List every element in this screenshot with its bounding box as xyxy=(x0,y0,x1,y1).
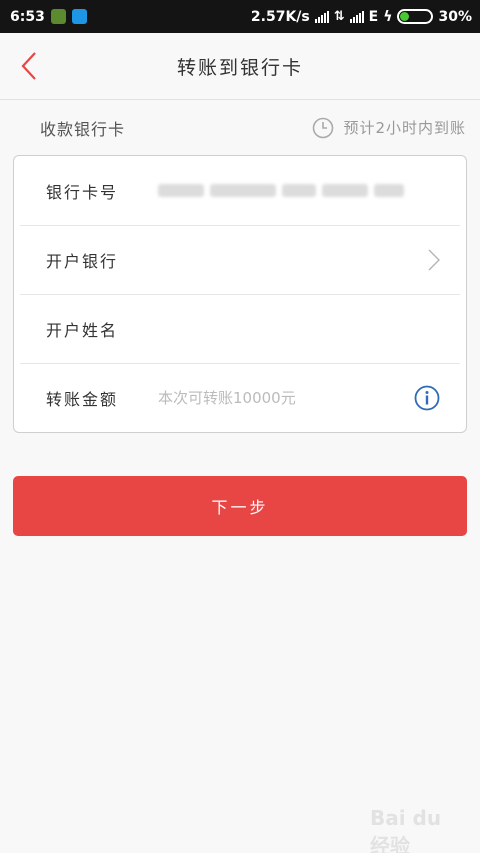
page-title: 转账到银行卡 xyxy=(176,56,303,79)
header: 转账到银行卡 xyxy=(0,33,480,100)
bank-card-form: 银行卡号 开户银行 开户姓名 转账金额 本次可转账10000元 xyxy=(13,155,467,433)
card-number-label: 银行卡号 xyxy=(46,182,119,202)
section-header: 收款银行卡 预计2小时内到账 xyxy=(0,100,480,155)
status-right: 2.57K/s ⇅ E ϟ 30% xyxy=(251,9,472,25)
chevron-right-icon[interactable] xyxy=(428,249,440,271)
chevron-left-icon xyxy=(21,52,36,80)
eta-text: 预计2小时内到账 xyxy=(343,119,466,137)
battery-fill xyxy=(400,12,410,21)
bank-name-label: 开户银行 xyxy=(46,251,119,271)
amount-label: 转账金额 xyxy=(46,389,119,409)
amount-field[interactable]: 本次可转账10000元 xyxy=(158,387,414,408)
battery-icon xyxy=(397,9,434,24)
signal-icon-2 xyxy=(349,10,364,23)
info-icon[interactable] xyxy=(414,385,440,411)
status-bar: 6:53 2.57K/s ⇅ E ϟ 30% xyxy=(0,0,480,33)
account-name-row[interactable]: 开户姓名 xyxy=(14,294,466,363)
signal-icon xyxy=(314,10,329,23)
net-speed: 2.57K/s xyxy=(250,8,310,25)
amount-row[interactable]: 转账金额 本次可转账10000元 xyxy=(14,363,466,432)
next-button[interactable]: 下一步 xyxy=(13,476,467,536)
battery-percent: 30% xyxy=(438,8,472,25)
status-left: 6:53 xyxy=(10,9,87,25)
message-app-icon xyxy=(71,9,87,24)
card-number-field[interactable] xyxy=(158,184,440,197)
back-button[interactable] xyxy=(14,49,44,83)
section-title: 收款银行卡 xyxy=(40,119,126,139)
eta-info: 预计2小时内到账 xyxy=(312,117,466,139)
account-name-label: 开户姓名 xyxy=(46,320,119,340)
bank-name-row[interactable]: 开户银行 xyxy=(14,225,466,294)
security-app-icon xyxy=(50,9,66,24)
watermark-logo: Bai du 经验 xyxy=(370,798,465,853)
clock-icon xyxy=(313,117,334,138)
watermark-text: Bai du 经验 xyxy=(370,806,442,853)
status-time: 6:53 xyxy=(10,8,45,25)
data-arrows-icon: ⇅ xyxy=(333,9,345,24)
card-number-row[interactable]: 银行卡号 xyxy=(14,156,466,225)
network-type: E xyxy=(368,8,379,25)
charging-icon: ϟ xyxy=(383,8,393,25)
